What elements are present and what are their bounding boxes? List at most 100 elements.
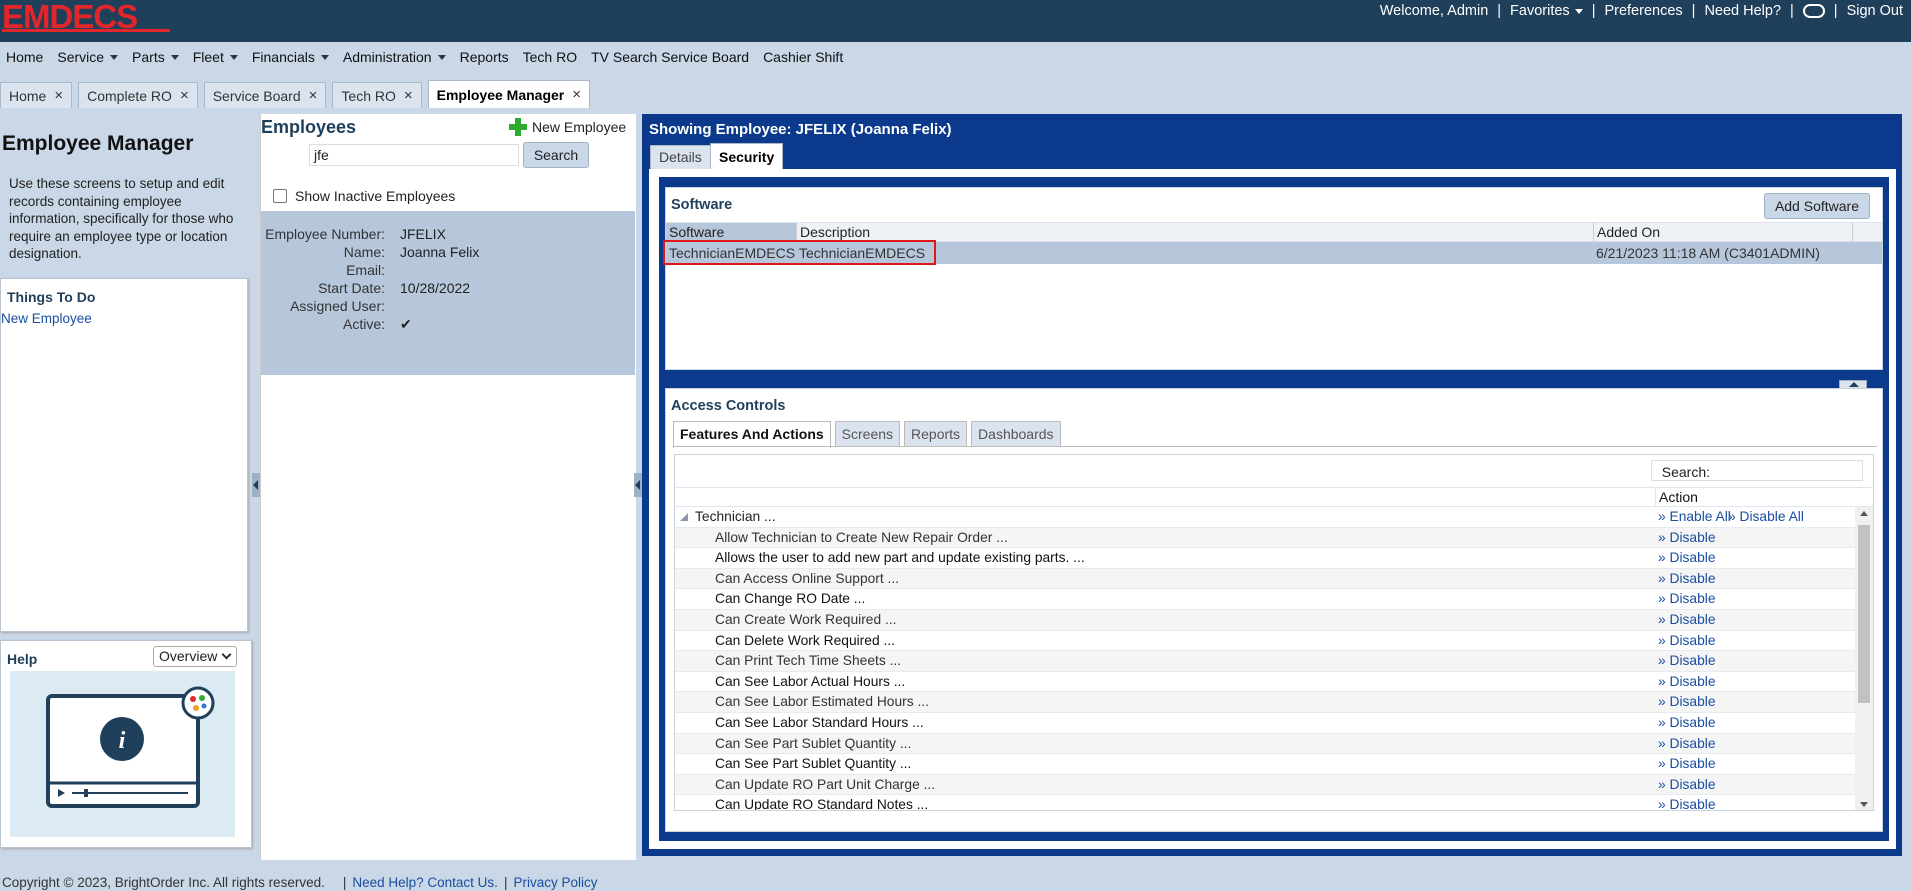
chat-toggle-icon[interactable]	[1802, 4, 1825, 18]
list-item: Can Access Online Support ... » Disable	[675, 568, 1855, 590]
menu-item-service[interactable]: Service	[57, 49, 119, 65]
menu-item-label: Parts	[132, 49, 165, 65]
menu-item-administration[interactable]: Administration	[343, 49, 446, 65]
plus-icon	[509, 118, 527, 136]
menu-item-tv-search-service-board[interactable]: TV Search Service Board	[591, 49, 749, 65]
need-help-link[interactable]: Need Help?	[1704, 3, 1781, 19]
chevron-down-icon	[170, 54, 179, 60]
tab-label: Home	[9, 87, 47, 104]
collapse-left-panel-icon[interactable]	[252, 473, 260, 497]
menu-item-fleet[interactable]: Fleet	[193, 49, 238, 65]
employee-card[interactable]: Employee Number: JFELIX Name: Joanna Felix E…	[261, 211, 635, 375]
emdecs-logo[interactable]: EMDECS	[2, 0, 170, 33]
tab-details[interactable]: Details	[650, 145, 711, 169]
help-box: Help Overview i	[0, 640, 252, 848]
sign-out-link[interactable]: Sign Out	[1847, 3, 1903, 19]
expand-triangle-icon[interactable]	[680, 513, 688, 521]
user-links: Welcome, Admin | Favorites | Preferences…	[1379, 3, 1903, 19]
tab-service-board[interactable]: Service Board ×	[203, 82, 327, 108]
chevron-down-icon	[1574, 8, 1583, 14]
tab-security[interactable]: Security	[710, 143, 784, 169]
disable-link[interactable]: » Disable	[1658, 795, 1716, 810]
employee-detail-panel: Showing Employee: JFELIX (Joanna Felix) …	[642, 114, 1902, 856]
grid-scrollbar[interactable]	[1855, 507, 1873, 810]
field-value: 10/28/2022	[400, 280, 471, 296]
menu-item-financials[interactable]: Financials	[252, 49, 329, 65]
column-header-action: Action	[1655, 488, 1853, 507]
tab-dashboards[interactable]: Dashboards	[971, 421, 1061, 446]
disable-link[interactable]: » Disable	[1658, 734, 1716, 754]
add-software-button[interactable]: Add Software	[1763, 193, 1870, 219]
favorites-menu[interactable]: Favorites	[1510, 3, 1583, 19]
scroll-thumb[interactable]	[1858, 525, 1870, 703]
disable-link[interactable]: » Disable	[1658, 548, 1716, 568]
showing-employee-title: Showing Employee: JFELIX (Joanna Felix)	[649, 121, 952, 138]
tab-home[interactable]: Home ×	[0, 82, 73, 108]
disable-link[interactable]: » Disable	[1658, 651, 1716, 671]
help-video-thumbnail[interactable]: i	[10, 671, 235, 837]
search-button[interactable]: Search	[523, 142, 589, 168]
disable-all-link[interactable]: » Disable All	[1728, 507, 1804, 527]
column-header-description[interactable]: Description	[796, 223, 1593, 241]
close-icon[interactable]: ×	[180, 87, 189, 104]
feature-label: Can Create Work Required ...	[715, 611, 897, 627]
list-item: Allows the user to add new part and upda…	[675, 548, 1855, 569]
disable-link[interactable]: » Disable	[1658, 569, 1716, 589]
field-value: Joanna Felix	[400, 244, 480, 260]
preferences-link[interactable]: Preferences	[1604, 3, 1682, 19]
tab-screens[interactable]: Screens	[834, 421, 901, 446]
privacy-policy-link[interactable]: Privacy Policy	[513, 875, 597, 890]
disable-link[interactable]: » Disable	[1658, 528, 1716, 548]
column-header-software[interactable]: Software	[666, 223, 796, 241]
disable-link[interactable]: » Disable	[1658, 631, 1716, 651]
close-icon[interactable]: ×	[309, 87, 318, 104]
collapse-employees-panel-icon[interactable]	[634, 473, 642, 497]
disable-link[interactable]: » Disable	[1658, 672, 1716, 692]
close-icon[interactable]: ×	[404, 87, 413, 104]
employee-search-input[interactable]: jfe	[309, 144, 519, 166]
contact-us-link[interactable]: Need Help? Contact Us.	[352, 875, 498, 890]
top-bar: EMDECS Welcome, Admin | Favorites | Pref…	[0, 0, 1911, 42]
disable-link[interactable]: » Disable	[1658, 713, 1716, 733]
disable-link[interactable]: » Disable	[1658, 610, 1716, 630]
scroll-down-icon[interactable]	[1860, 802, 1868, 807]
disable-link[interactable]: » Disable	[1658, 754, 1716, 774]
new-employee-button[interactable]: New Employee	[509, 118, 626, 136]
menu-item-cashier-shift[interactable]: Cashier Shift	[763, 49, 843, 65]
tab-tech-ro[interactable]: Tech RO ×	[332, 82, 422, 108]
feature-label: Can See Labor Actual Hours ...	[715, 673, 906, 689]
menu-item-home[interactable]: Home	[6, 49, 43, 65]
menu-item-tech-ro[interactable]: Tech RO	[523, 49, 577, 65]
column-header-added-on[interactable]: Added On	[1593, 223, 1852, 241]
delete-cell	[1852, 242, 1882, 264]
help-topic-select[interactable]: Overview	[153, 646, 237, 667]
menu-item-label: Tech RO	[522, 49, 578, 65]
menu-item-parts[interactable]: Parts	[132, 49, 179, 65]
group-row-technician[interactable]: Technician ... » Enable All» Disable All	[675, 507, 1855, 528]
tab-complete-ro[interactable]: Complete RO ×	[78, 82, 198, 108]
menu-item-reports[interactable]: Reports	[460, 49, 509, 65]
access-controls-section: Access Controls Features And Actions Scre…	[665, 388, 1883, 832]
tab-features-and-actions[interactable]: Features And Actions	[673, 421, 831, 448]
grid-search-input[interactable]	[1651, 460, 1863, 481]
grid-body: Technician ... » Enable All» Disable All A…	[675, 507, 1855, 810]
show-inactive-checkbox[interactable]	[273, 189, 287, 203]
scroll-up-icon[interactable]	[1860, 511, 1868, 516]
software-row[interactable]: TechnicianEMDECS TechnicianEMDECS 6/21/2…	[666, 242, 1882, 264]
disable-link[interactable]: » Disable	[1658, 775, 1716, 795]
close-icon[interactable]: ×	[572, 86, 581, 103]
video-player-icon: i	[46, 686, 215, 808]
tab-employee-manager[interactable]: Employee Manager ×	[427, 80, 591, 108]
enable-all-link[interactable]: » Enable All	[1658, 507, 1731, 527]
show-inactive-toggle[interactable]: Show Inactive Employees	[273, 188, 455, 204]
software-cell: TechnicianEMDECS	[669, 245, 796, 261]
disable-link[interactable]: » Disable	[1658, 692, 1716, 712]
tab-reports[interactable]: Reports	[904, 421, 968, 446]
disable-link[interactable]: » Disable	[1658, 589, 1716, 609]
close-icon[interactable]: ×	[54, 87, 63, 104]
new-employee-link[interactable]: New Employee	[1, 311, 92, 326]
list-item: Can See Labor Standard Hours ... » Disabl…	[675, 713, 1855, 734]
feature-label: Allows the user to add new part and upda…	[715, 550, 1085, 566]
menu-item-label: Financials	[251, 49, 315, 65]
tab-label: Service Board	[212, 87, 301, 104]
